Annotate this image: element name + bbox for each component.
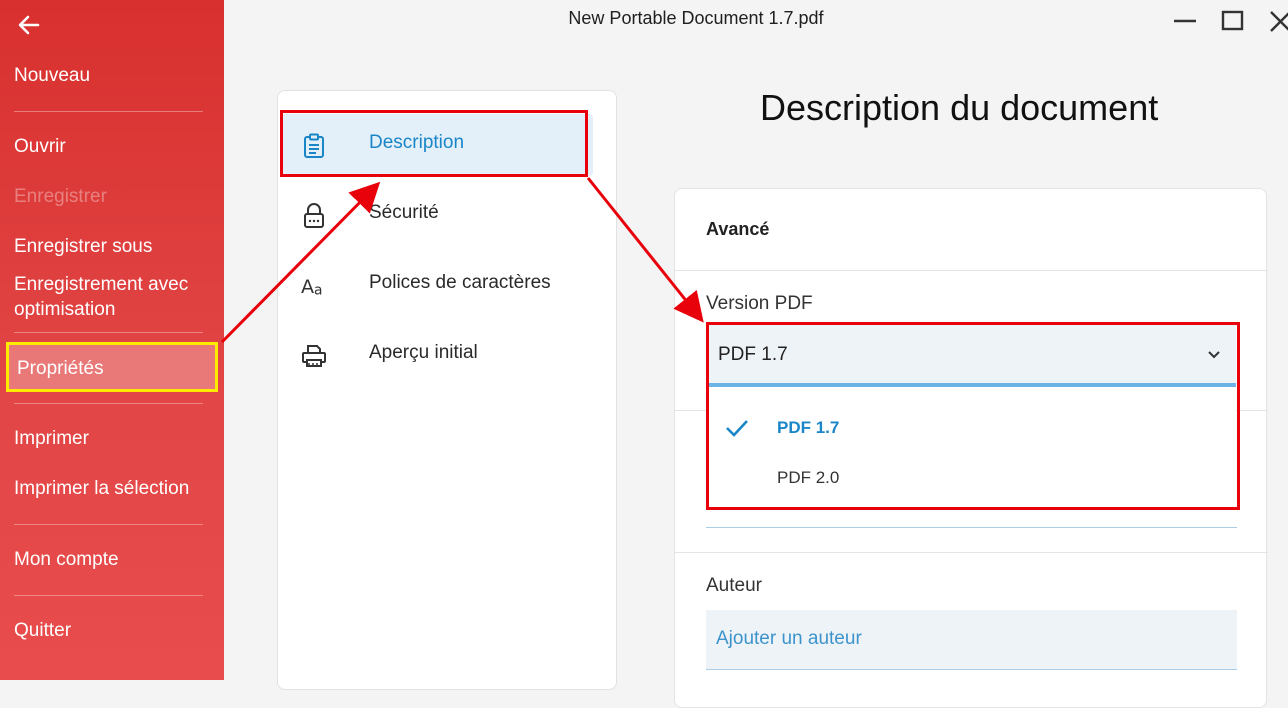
font-icon: A a [301,276,323,299]
author-label: Auteur [706,575,762,596]
menu-item-nouveau[interactable]: Nouveau [14,63,210,88]
card-divider [675,552,1268,553]
pdf-version-label: Version PDF [706,293,813,314]
checkmark-icon [726,420,748,437]
properties-card: Avancé Version PDF PDF 1.7 PDF 1.7 PDF 2… [674,188,1268,708]
menu-divider [14,595,203,596]
lock-icon [304,203,324,228]
option-label: PDF 2.0 [777,468,840,487]
field-underline [706,527,1237,528]
option-pdf-20[interactable]: PDF 2.0 [708,453,1236,503]
nav-item-securite[interactable]: Sécurité [281,184,593,246]
printer-icon [302,345,326,367]
author-placeholder: Ajouter un auteur [716,628,862,649]
minimize-icon [1174,19,1196,23]
menu-item-ouvrir[interactable]: Ouvrir [14,134,210,159]
section-title: Avancé [706,219,770,239]
author-input[interactable]: Ajouter un auteur [706,610,1237,670]
nav-label: Description [369,132,465,153]
nav-item-apercu[interactable]: Aperçu initial [281,324,593,386]
menu-divider [14,403,203,404]
pdf-version-value: PDF 1.7 [718,344,788,365]
nav-item-description[interactable]: Description [281,114,593,176]
minimize-button[interactable] [1170,8,1200,36]
menu-divider [14,111,203,112]
nav-label: Polices de caractères [369,272,551,293]
properties-nav-panel: Description Sécurité A a Polices de cara… [277,90,617,690]
menu-item-proprietes[interactable]: Propriétés [6,342,218,392]
close-icon [1270,11,1288,32]
option-pdf-17[interactable]: PDF 1.7 [708,403,1236,453]
chevron-down-icon [1208,351,1220,359]
maximize-button[interactable] [1218,8,1248,36]
option-label: PDF 1.7 [777,418,840,437]
menu-item-quitter[interactable]: Quitter [14,618,210,643]
nav-label: Aperçu initial [369,342,478,363]
svg-text:a: a [314,283,323,299]
window-title: New Portable Document 1.7.pdf [568,8,824,28]
nav-label: Sécurité [369,202,439,223]
menu-item-enregistrement-optimisation[interactable]: Enregistrement avec optimisation [14,272,210,322]
menu-item-imprimer-selection[interactable]: Imprimer la sélection [14,476,210,501]
sidebar: Nouveau Ouvrir Enregistrer Enregistrer s… [0,0,224,680]
pdf-version-dropdown: PDF 1.7 PDF 2.0 [708,391,1236,505]
nav-item-polices[interactable]: A a Polices de caractères [281,254,593,316]
menu-item-enregistrer-sous[interactable]: Enregistrer sous [14,234,210,259]
menu-item-mon-compte[interactable]: Mon compte [14,547,210,572]
maximize-icon [1221,10,1244,31]
clipboard-icon [304,133,324,158]
pdf-version-select[interactable]: PDF 1.7 [708,325,1236,387]
menu-item-imprimer[interactable]: Imprimer [14,426,210,451]
page-title: Description du document [760,87,1159,128]
svg-text:A: A [301,276,314,298]
menu-divider [14,524,203,525]
card-divider [675,270,1268,271]
menu-item-enregistrer: Enregistrer [14,186,107,207]
close-button[interactable] [1268,8,1288,36]
menu-divider [14,332,203,333]
